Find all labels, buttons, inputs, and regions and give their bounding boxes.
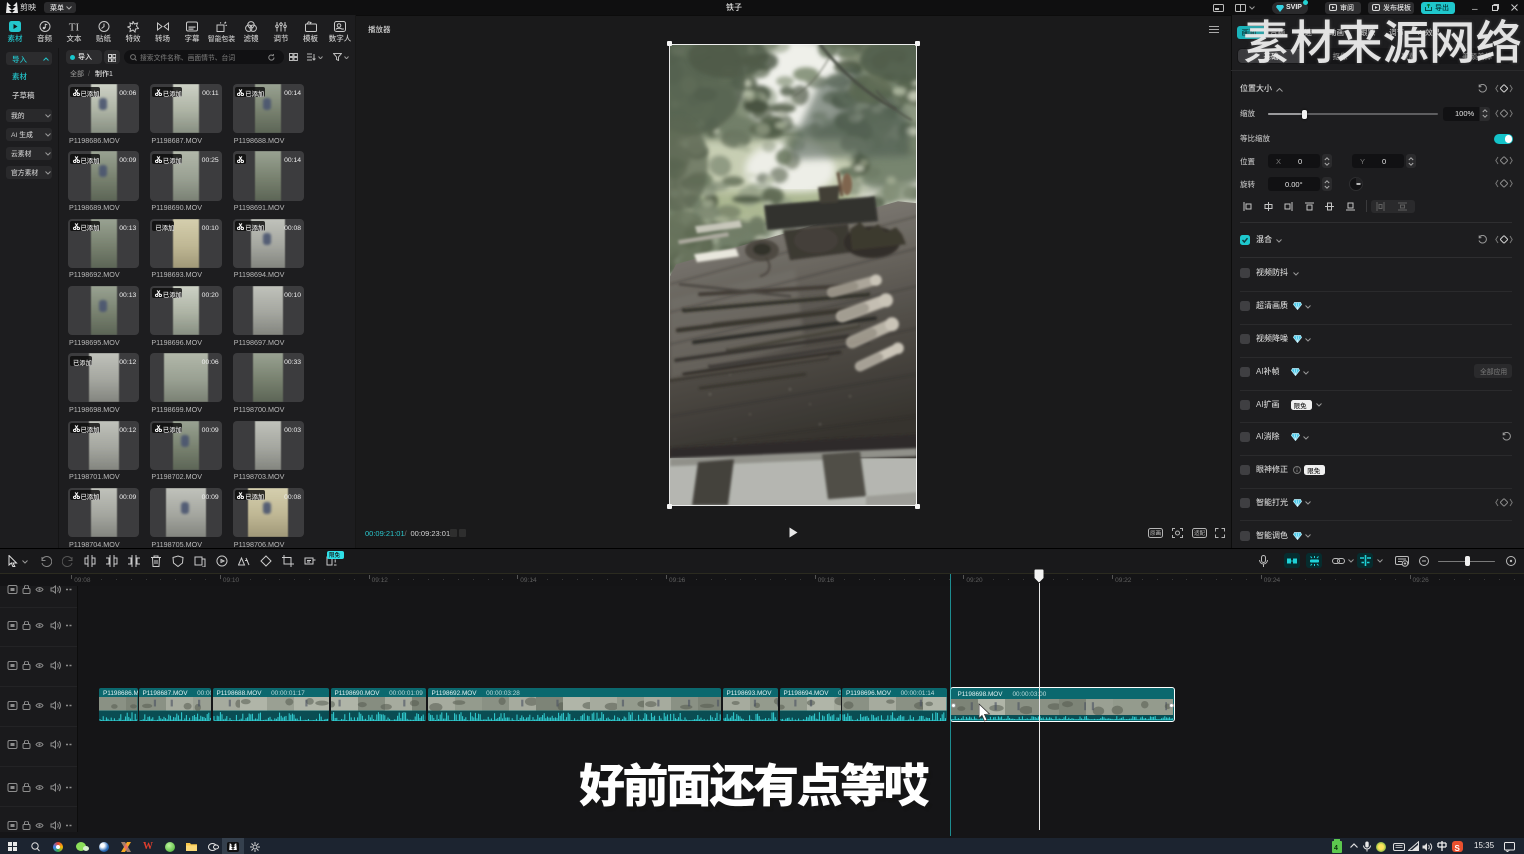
svg-text:TI: TI <box>69 22 80 33</box>
svg-text:适配: 适配 <box>1194 529 1206 537</box>
svg-text:原画: 原画 <box>1150 529 1162 537</box>
